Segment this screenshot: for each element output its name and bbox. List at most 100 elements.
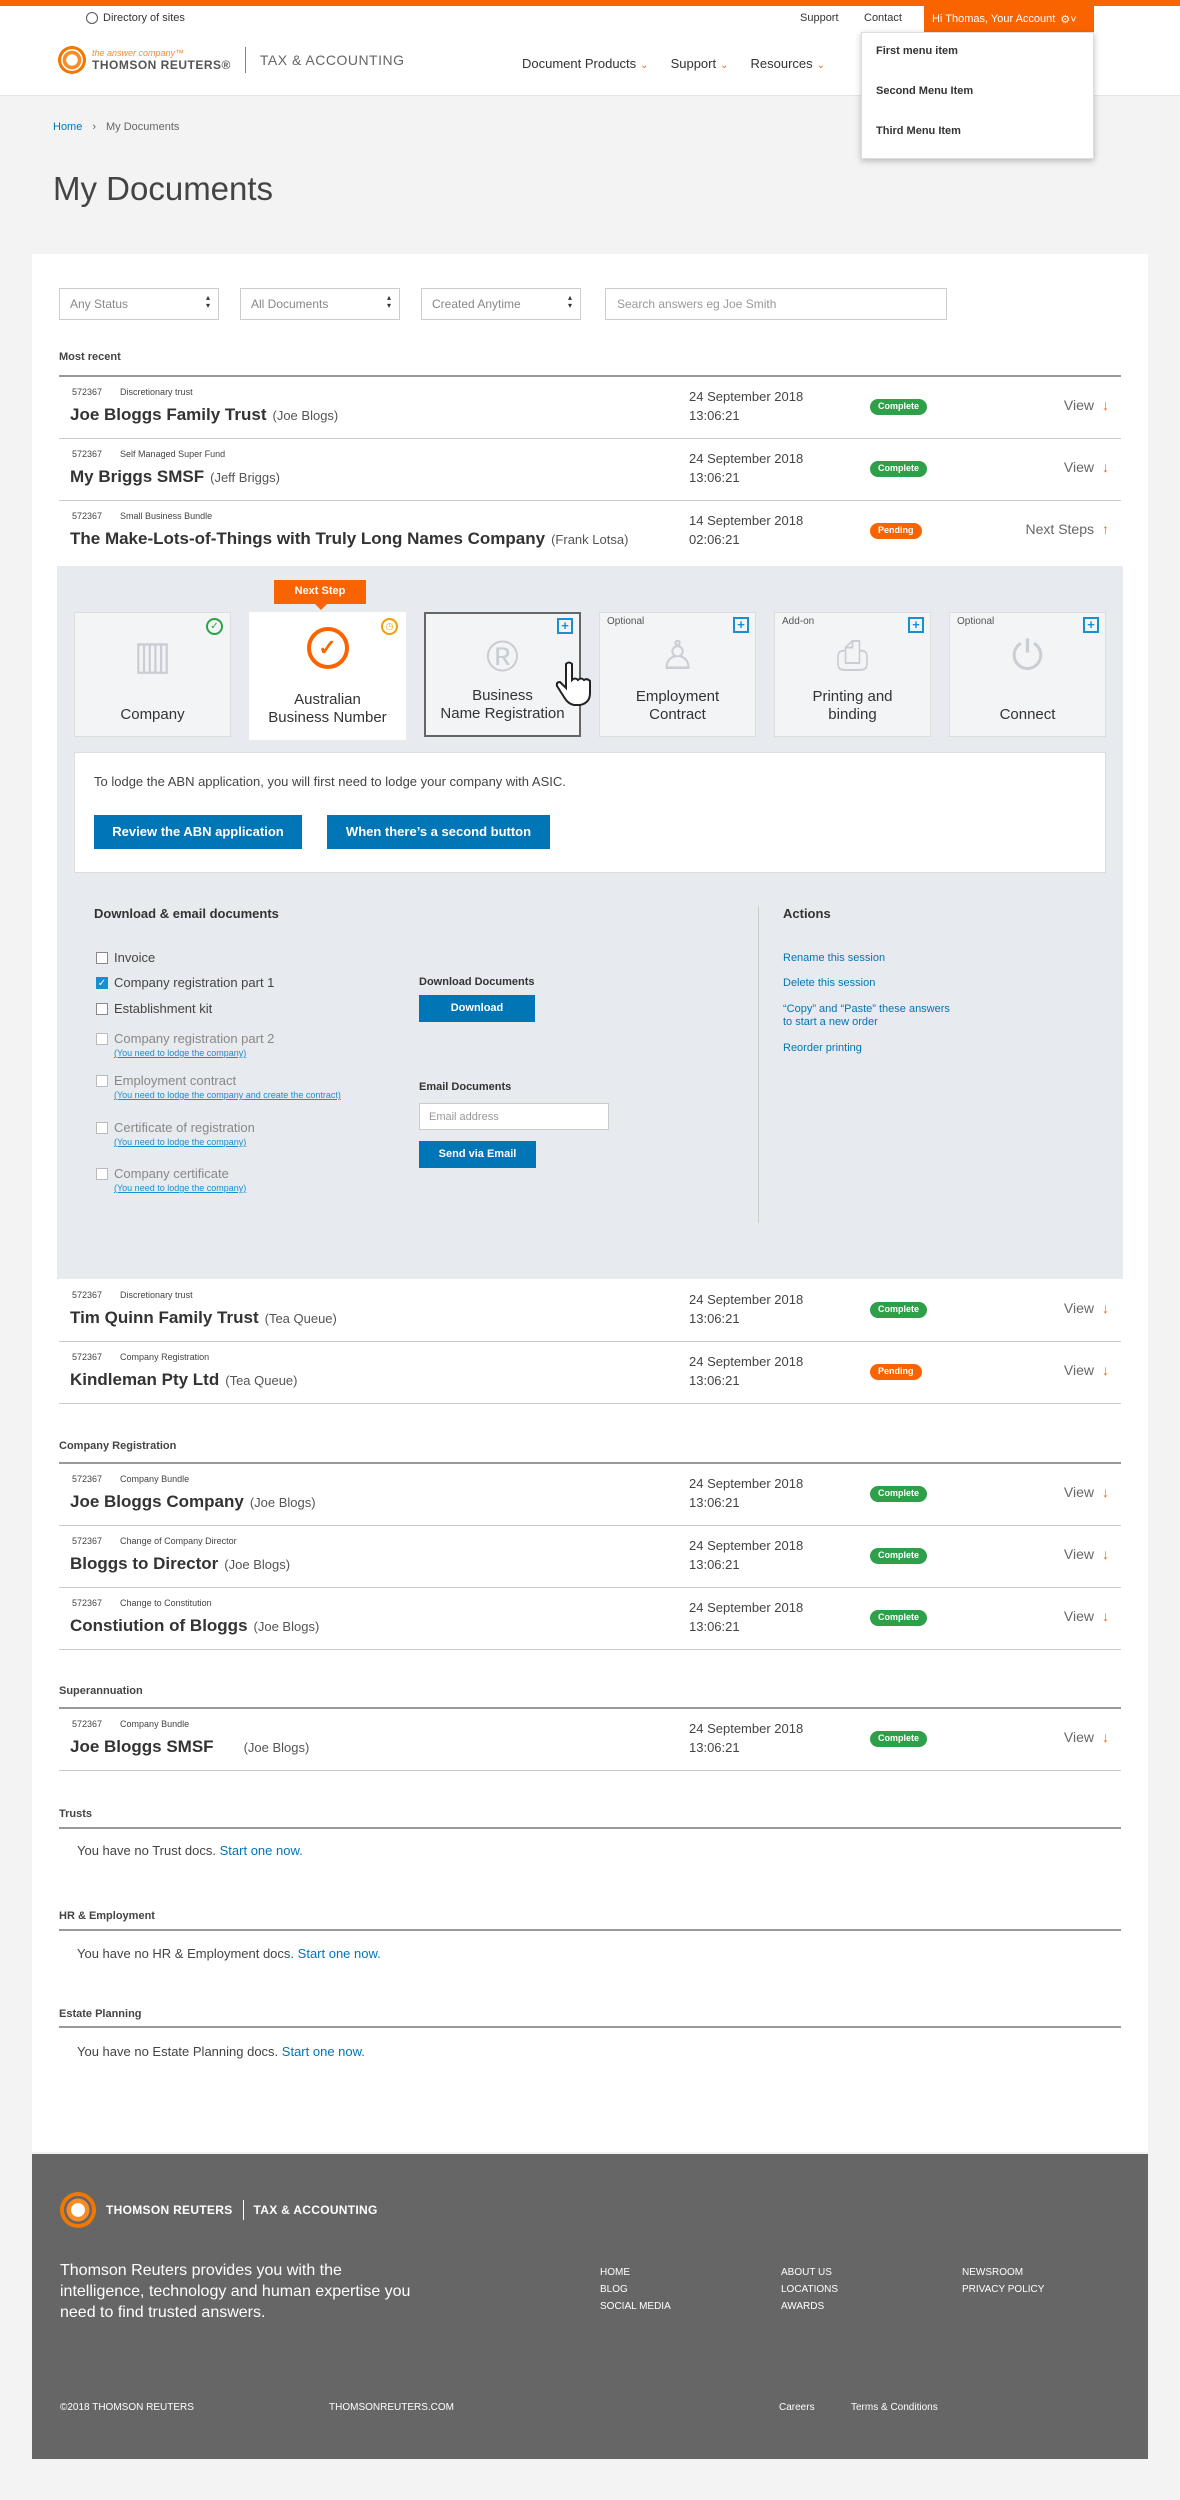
brand-logo[interactable]: the answer company™ THOMSON REUTERS® TAX … [58, 46, 405, 74]
row-action[interactable]: View ↓ [1064, 397, 1109, 413]
account-label: Hi Thomas, Your Account [932, 13, 1056, 25]
footer-link-locations[interactable]: LOCATIONS [781, 2281, 838, 2298]
start-hr-link[interactable]: Start one now. [298, 1946, 381, 1961]
footer-link-privacy[interactable]: PRIVACY POLICY [962, 2281, 1044, 2298]
footer-logo[interactable]: THOMSON REUTERS TAX & ACCOUNTING [60, 2192, 378, 2228]
rename-session-link[interactable]: Rename this session [783, 952, 885, 965]
footer-link-social[interactable]: SOCIAL MEDIA [600, 2298, 671, 2315]
delete-session-link[interactable]: Delete this session [783, 977, 875, 990]
footer-link-about[interactable]: ABOUT US [781, 2264, 838, 2281]
table-row[interactable]: 572367 Discretionary trust Tim Quinn Fami… [59, 1280, 1121, 1342]
table-row[interactable]: 572367 Company Bundle Joe Bloggs SMSF (Joe… [59, 1709, 1121, 1771]
row-time: 13:06:21 [689, 1311, 740, 1326]
support-link[interactable]: Support [800, 12, 839, 24]
nav-resources[interactable]: Resources ⌄ [751, 56, 826, 71]
row-action[interactable]: View ↓ [1064, 1362, 1109, 1378]
checkbox[interactable] [96, 952, 108, 964]
nav-support[interactable]: Support ⌄ [671, 56, 729, 71]
careers-link[interactable]: Careers [779, 2402, 815, 2413]
row-name: Bloggs to Director [70, 1554, 219, 1573]
person-icon: ♙ [659, 634, 696, 678]
row-action[interactable]: View ↓ [1064, 1546, 1109, 1562]
row-action[interactable]: View ↓ [1064, 1608, 1109, 1624]
step-abn[interactable]: ✓ ◷ Australian Business Number [249, 612, 406, 740]
table-row[interactable]: 572367 Self Managed Super Fund My Briggs … [59, 439, 1121, 501]
row-type: Small Business Bundle [120, 511, 213, 521]
table-row[interactable]: 572367 Change to Constitution Constiution… [59, 1588, 1121, 1650]
requirement-link[interactable]: (You need to lodge the company and creat… [114, 1090, 341, 1100]
checkbox-establishment-kit[interactable]: Establishment kit [96, 1001, 212, 1016]
send-email-button[interactable]: Send via Email [419, 1141, 536, 1168]
plus-icon[interactable]: + [733, 617, 749, 633]
checkbox-checked[interactable]: ✓ [96, 977, 108, 989]
nav-document-products[interactable]: Document Products ⌄ [522, 56, 649, 71]
arrow-down-icon: ↓ [1102, 1546, 1109, 1562]
plus-icon[interactable]: + [557, 618, 573, 634]
status-badge: Complete [870, 1302, 928, 1318]
table-row[interactable]: 572367 Change of Company Director Bloggs … [59, 1526, 1121, 1588]
step-employment[interactable]: Optional ♙ + Employment Contract [599, 612, 756, 737]
status-badge: Complete [870, 1548, 928, 1564]
table-row[interactable]: 572367 Company Bundle Joe Bloggs Company (… [59, 1464, 1121, 1526]
menu-item-first[interactable]: First menu item [862, 33, 1093, 73]
requirement-link[interactable]: (You need to lodge the company) [114, 1183, 246, 1193]
menu-item-second[interactable]: Second Menu Item [862, 73, 1093, 113]
download-button[interactable]: Download [419, 995, 535, 1022]
directory-link[interactable]: Directory of sites [86, 12, 185, 24]
row-id: 572367 [72, 1352, 103, 1362]
step-printing[interactable]: Add-on ⎙ + Printing and binding [774, 612, 931, 737]
email-field[interactable]: Email address [419, 1103, 609, 1130]
empty-trusts: You have no Trust docs. Start one now. [77, 1843, 303, 1858]
created-filter[interactable]: Created Anytime [421, 288, 581, 320]
step-label: Connect [999, 706, 1056, 723]
chevron-down-icon: ⌄ [720, 60, 729, 71]
table-row[interactable]: 572367 Company Registration Kindleman Pty… [59, 1342, 1121, 1404]
checkbox-invoice[interactable]: Invoice [96, 950, 155, 965]
row-action[interactable]: View ↓ [1064, 1729, 1109, 1745]
row-time: 13:06:21 [689, 1619, 740, 1634]
status-badge: Complete [870, 1486, 928, 1502]
review-abn-button[interactable]: Review the ABN application [94, 815, 302, 849]
breadcrumb-home[interactable]: Home [53, 121, 82, 133]
table-row[interactable]: 572367 Discretionary trust Joe Bloggs Fam… [59, 377, 1121, 439]
checkbox[interactable] [96, 1003, 108, 1015]
requirement-link[interactable]: (You need to lodge the company) [114, 1048, 274, 1058]
plus-icon[interactable]: + [1083, 617, 1099, 633]
search-input[interactable]: Search answers eg Joe Smith [605, 288, 947, 320]
contact-link[interactable]: Contact [855, 7, 911, 31]
status-filter[interactable]: Any Status [59, 288, 219, 320]
account-menu-button[interactable]: Hi Thomas, Your Account ⚙˅ [924, 6, 1094, 32]
row-name: My Briggs SMSF [70, 467, 205, 486]
row-time: 13:06:21 [689, 1740, 740, 1755]
second-button[interactable]: When there’s a second button [327, 815, 550, 849]
next-steps-toggle[interactable]: Next Steps ↑ [1026, 521, 1109, 537]
step-company[interactable]: ▥ ✓ Company [74, 612, 231, 737]
footer-link-home[interactable]: HOME [600, 2264, 671, 2281]
footer-link-newsroom[interactable]: NEWSROOM [962, 2264, 1044, 2281]
status-badge: Pending [870, 523, 922, 539]
terms-link[interactable]: Terms & Conditions [851, 2402, 938, 2413]
arrow-down-icon: ↓ [1102, 459, 1109, 475]
logo-mark [58, 46, 86, 74]
checkbox-company-reg-1[interactable]: ✓ Company registration part 1 [96, 975, 274, 990]
menu-item-third[interactable]: Third Menu Item [862, 113, 1093, 153]
site-link[interactable]: THOMSONREUTERS.COM [329, 2402, 454, 2413]
table-row-expanded[interactable]: 572367 Small Business Bundle The Make-Lot… [59, 501, 1121, 563]
start-estate-link[interactable]: Start one now. [282, 2044, 365, 2059]
row-action[interactable]: View ↓ [1064, 459, 1109, 475]
row-action[interactable]: View ↓ [1064, 1484, 1109, 1500]
requirement-link[interactable]: (You need to lodge the company) [114, 1137, 255, 1147]
start-trust-link[interactable]: Start one now. [220, 1843, 303, 1858]
plus-icon[interactable]: + [908, 617, 924, 633]
step-connect[interactable]: Optional ⏻ + Connect [949, 612, 1106, 737]
status-badge: Complete [870, 399, 928, 415]
row-owner: (Joe Blogs) [272, 408, 339, 423]
row-action[interactable]: View ↓ [1064, 1300, 1109, 1316]
checkbox-certificate: Certificate of registration (You need to … [96, 1120, 255, 1147]
reorder-printing-link[interactable]: Reorder printing [783, 1042, 862, 1055]
copy-paste-link[interactable]: “Copy” and “Paste” these answers to start… [783, 1003, 950, 1029]
footer-col-1: HOME BLOG SOCIAL MEDIA [600, 2264, 671, 2315]
footer-link-awards[interactable]: AWARDS [781, 2298, 838, 2315]
footer-link-blog[interactable]: BLOG [600, 2281, 671, 2298]
documents-filter[interactable]: All Documents [240, 288, 400, 320]
